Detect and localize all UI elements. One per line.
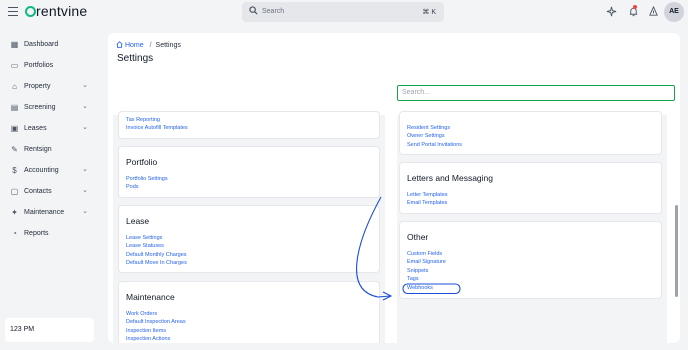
link-work-orders[interactable]: Work Orders	[126, 311, 157, 317]
link-webhooks[interactable]: Webhooks	[407, 285, 433, 291]
sidebar-item-accounting[interactable]: $ Accounting ⌄	[10, 164, 98, 178]
settings-search-input[interactable]: Search...	[397, 85, 675, 101]
sidebar-item-portfolios[interactable]: ▭ Portfolios	[10, 59, 98, 73]
screening-icon: ▤	[10, 103, 19, 112]
sidebar-item-label: Leases	[24, 125, 47, 132]
chevron-down-icon: ⌄	[82, 166, 88, 173]
settings-card-letters-messaging: Letters and Messaging Letter Templates E…	[399, 162, 662, 214]
avatar[interactable]: AE	[664, 2, 684, 22]
card-title-letters-messaging: Letters and Messaging	[407, 173, 493, 183]
sparkle-icon[interactable]	[605, 6, 617, 18]
link-tax-reporting[interactable]: Tax Reporting	[126, 117, 160, 123]
top-bar: rentvine Search ⌘ K AE	[0, 0, 688, 25]
sidebar-item-label: Dashboard	[24, 41, 59, 48]
sidebar-item-property[interactable]: ⌂ Property ⌄	[10, 80, 98, 94]
sidebar-item-label: Maintenance	[24, 209, 65, 216]
sidebar-item-contacts[interactable]: ▢ Contacts ⌄	[10, 185, 98, 199]
link-custom-fields[interactable]: Custom Fields	[407, 251, 442, 257]
time-display: 123 PM	[5, 318, 94, 342]
portfolio-icon: ▭	[10, 61, 19, 70]
sidebar-item-screening[interactable]: ▤ Screening ⌄	[10, 101, 98, 115]
main-panel: Home / Settings Settings Search... Tax Re…	[108, 33, 680, 343]
dollar-icon: $	[12, 166, 17, 175]
link-lease-statuses[interactable]: Lease Statuses	[126, 243, 164, 249]
hamburger-icon[interactable]	[8, 7, 18, 17]
chevron-down-icon: ⌄	[82, 82, 88, 89]
link-send-portal-invitations[interactable]: Send Portal Invitations	[407, 142, 462, 148]
wrench-icon: ✦	[11, 208, 18, 217]
settings-card-other: Other Custom Fields Email Signature Snip…	[399, 221, 662, 299]
card-title-portfolio: Portfolio	[126, 157, 158, 167]
sidebar-item-leases[interactable]: ▣ Leases ⌄	[10, 122, 98, 136]
scrollbar[interactable]	[675, 205, 678, 297]
link-resident-settings[interactable]: Resident Settings	[407, 125, 450, 131]
sidebar-item-label: Portfolios	[24, 62, 54, 69]
sidebar-item-label: Reports	[24, 230, 49, 237]
breadcrumb-current: Settings	[155, 42, 181, 49]
link-snippets[interactable]: Snippets	[407, 268, 428, 274]
link-inspection-items[interactable]: Inspection Items	[126, 328, 166, 334]
link-tags[interactable]: Tags	[407, 276, 419, 282]
home-icon	[116, 41, 123, 48]
sidebar-item-dashboard[interactable]: ▦ Dashboard	[10, 38, 98, 52]
global-search[interactable]: Search ⌘ K	[242, 2, 444, 22]
sidebar-item-label: Screening	[24, 104, 56, 111]
link-default-monthly-charges[interactable]: Default Monthly Charges	[126, 252, 187, 258]
link-owner-settings[interactable]: Owner Settings	[407, 133, 445, 139]
sidebar-item-maintenance[interactable]: ✦ Maintenance ⌄	[10, 206, 98, 220]
global-search-placeholder: Search	[262, 8, 285, 15]
breadcrumb-separator: /	[149, 42, 152, 49]
link-letter-templates[interactable]: Letter Templates	[407, 192, 448, 198]
logo-mark-icon	[25, 6, 36, 17]
sidebar-item-label: Rentsign	[24, 146, 52, 153]
settings-card-lease: Lease Lease Settings Lease Statuses Defa…	[118, 205, 380, 273]
sidebar-item-reports[interactable]: ◔ Reports	[10, 227, 98, 241]
link-default-inspection-areas[interactable]: Default Inspection Areas	[126, 319, 186, 325]
link-pods[interactable]: Pods	[126, 184, 139, 190]
sidebar-item-label: Contacts	[24, 188, 52, 195]
link-invoice-autofill-templates[interactable]: Invoice Autofill Templates	[126, 125, 188, 131]
link-portfolio-settings[interactable]: Portfolio Settings	[126, 176, 168, 182]
property-icon: ⌂	[12, 82, 17, 91]
settings-card-portfolio: Portfolio Portfolio Settings Pods	[118, 146, 380, 198]
search-shortcut: ⌘ K	[422, 9, 436, 16]
user-icon[interactable]	[647, 5, 659, 18]
link-email-signature[interactable]: Email Signature	[407, 259, 446, 265]
sidebar-item-rentsign[interactable]: ✎ Rentsign	[10, 143, 98, 157]
page-title: Settings	[117, 53, 154, 64]
sidebar-item-label: Property	[24, 83, 51, 90]
breadcrumb-home-label: Home	[124, 42, 144, 49]
link-inspection-actions[interactable]: Inspection Actions	[126, 336, 170, 342]
contacts-icon: ▢	[10, 187, 19, 196]
reports-icon: ◔	[12, 229, 17, 238]
chevron-down-icon: ⌄	[82, 208, 88, 215]
link-lease-settings[interactable]: Lease Settings	[126, 235, 162, 241]
logo-text: rentvine	[36, 3, 88, 19]
link-email-templates[interactable]: Email Templates	[407, 200, 447, 206]
app-logo[interactable]: rentvine	[25, 3, 87, 19]
settings-card-accounting: Tax Reporting Invoice Autofill Templates	[118, 111, 380, 139]
search-icon	[249, 6, 258, 15]
chevron-down-icon: ⌄	[82, 187, 88, 194]
lease-icon: ▣	[10, 124, 19, 133]
settings-card-maintenance: Maintenance Work Orders Default Inspecti…	[118, 281, 380, 343]
notification-dot	[633, 5, 637, 9]
sidebar-item-label: Accounting	[24, 167, 59, 174]
settings-card-portals: Resident Settings Owner Settings Send Po…	[399, 111, 662, 155]
chevron-down-icon: ⌄	[82, 124, 88, 131]
dashboard-icon: ▦	[10, 40, 19, 49]
link-default-move-in-charges[interactable]: Default Move In Charges	[126, 260, 187, 266]
rentsign-icon: ✎	[11, 145, 18, 154]
breadcrumb: Home / Settings	[116, 41, 181, 49]
sidebar: ▦ Dashboard ▭ Portfolios ⌂ Property ⌄ ▤ …	[0, 25, 104, 350]
card-title-other: Other	[407, 232, 429, 242]
card-title-maintenance: Maintenance	[126, 292, 175, 302]
chevron-down-icon: ⌄	[82, 103, 88, 110]
breadcrumb-home[interactable]: Home	[116, 41, 146, 49]
card-title-lease: Lease	[126, 216, 150, 226]
